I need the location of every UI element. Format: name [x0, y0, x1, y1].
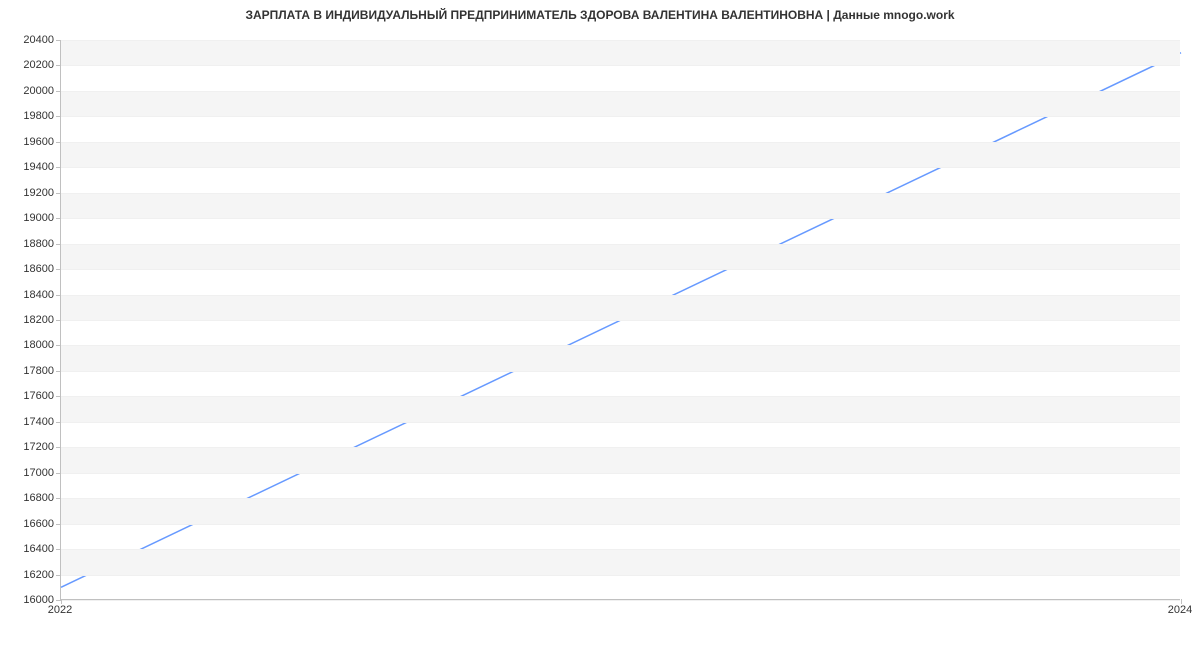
- gridline: [61, 396, 1180, 397]
- y-tick-label: 18600: [4, 263, 54, 275]
- gridline: [61, 244, 1180, 245]
- y-tick-label: 17000: [4, 467, 54, 479]
- x-tick-label: 2022: [48, 604, 72, 616]
- x-tick-label: 2024: [1168, 604, 1192, 616]
- y-tick-mark: [56, 269, 61, 270]
- gridline: [61, 167, 1180, 168]
- gridline: [61, 575, 1180, 576]
- y-tick-label: 19800: [4, 110, 54, 122]
- y-tick-mark: [56, 193, 61, 194]
- grid-band: [61, 40, 1180, 65]
- y-tick-mark: [56, 244, 61, 245]
- y-tick-label: 16800: [4, 492, 54, 504]
- grid-band: [61, 142, 1180, 167]
- y-tick-label: 19000: [4, 212, 54, 224]
- gridline: [61, 295, 1180, 296]
- y-tick-label: 16200: [4, 569, 54, 581]
- y-tick-label: 18400: [4, 289, 54, 301]
- y-tick-label: 16400: [4, 543, 54, 555]
- y-tick-label: 16000: [4, 594, 54, 606]
- y-tick-mark: [56, 167, 61, 168]
- gridline: [61, 345, 1180, 346]
- grid-band: [61, 345, 1180, 370]
- grid-band: [61, 244, 1180, 269]
- y-tick-mark: [56, 295, 61, 296]
- y-tick-label: 20200: [4, 59, 54, 71]
- gridline: [61, 116, 1180, 117]
- y-tick-mark: [56, 498, 61, 499]
- y-tick-label: 19400: [4, 161, 54, 173]
- y-tick-label: 17200: [4, 441, 54, 453]
- y-tick-mark: [56, 345, 61, 346]
- y-tick-label: 20000: [4, 85, 54, 97]
- grid-band: [61, 396, 1180, 421]
- grid-band: [61, 498, 1180, 523]
- chart-title: ЗАРПЛАТА В ИНДИВИДУАЛЬНЫЙ ПРЕДПРИНИМАТЕЛ…: [0, 8, 1200, 22]
- gridline: [61, 320, 1180, 321]
- y-tick-label: 20400: [4, 34, 54, 46]
- chart-container: ЗАРПЛАТА В ИНДИВИДУАЛЬНЫЙ ПРЕДПРИНИМАТЕЛ…: [0, 0, 1200, 650]
- grid-band: [61, 549, 1180, 574]
- gridline: [61, 142, 1180, 143]
- grid-band: [61, 447, 1180, 472]
- gridline: [61, 422, 1180, 423]
- y-tick-mark: [56, 320, 61, 321]
- y-tick-mark: [56, 91, 61, 92]
- y-tick-mark: [56, 218, 61, 219]
- y-tick-mark: [56, 447, 61, 448]
- grid-band: [61, 91, 1180, 116]
- y-tick-mark: [56, 473, 61, 474]
- plot-area: [60, 40, 1180, 600]
- y-tick-mark: [56, 524, 61, 525]
- gridline: [61, 473, 1180, 474]
- gridline: [61, 91, 1180, 92]
- y-tick-label: 17800: [4, 365, 54, 377]
- y-tick-mark: [56, 40, 61, 41]
- y-tick-mark: [56, 549, 61, 550]
- grid-band: [61, 295, 1180, 320]
- gridline: [61, 549, 1180, 550]
- gridline: [61, 40, 1180, 41]
- y-tick-label: 17600: [4, 390, 54, 402]
- gridline: [61, 447, 1180, 448]
- y-tick-mark: [56, 422, 61, 423]
- y-tick-mark: [56, 142, 61, 143]
- y-tick-label: 19600: [4, 136, 54, 148]
- y-tick-label: 16600: [4, 518, 54, 530]
- y-tick-mark: [56, 396, 61, 397]
- y-tick-mark: [56, 575, 61, 576]
- y-tick-label: 17400: [4, 416, 54, 428]
- grid-band: [61, 193, 1180, 218]
- y-tick-mark: [56, 65, 61, 66]
- gridline: [61, 269, 1180, 270]
- y-tick-label: 18200: [4, 314, 54, 326]
- gridline: [61, 524, 1180, 525]
- y-tick-mark: [56, 371, 61, 372]
- y-tick-label: 18000: [4, 339, 54, 351]
- gridline: [61, 498, 1180, 499]
- y-tick-label: 18800: [4, 238, 54, 250]
- gridline: [61, 65, 1180, 66]
- gridline: [61, 193, 1180, 194]
- gridline: [61, 371, 1180, 372]
- y-tick-label: 19200: [4, 187, 54, 199]
- y-tick-mark: [56, 116, 61, 117]
- gridline: [61, 218, 1180, 219]
- gridline: [61, 600, 1180, 601]
